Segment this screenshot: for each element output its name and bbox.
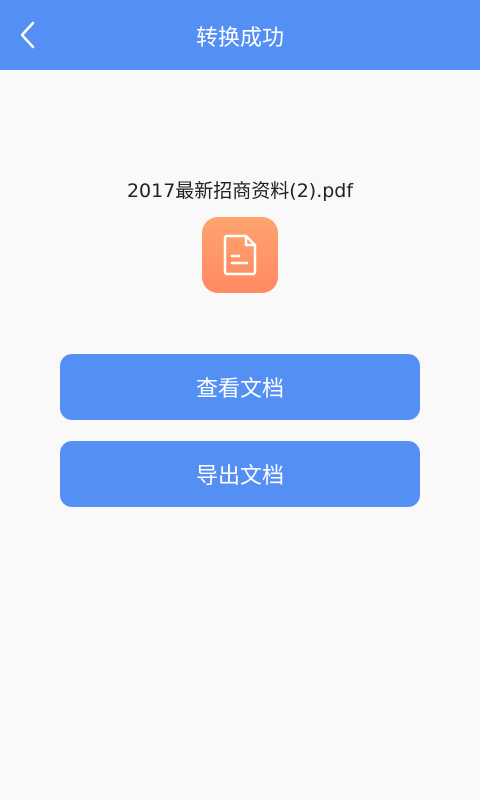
export-document-label: 导出文档 [195,464,284,489]
file-name: 2017最新招商资料(2).pdf [126,180,354,202]
app-bar: 转换成功 [0,0,480,70]
document-icon [223,234,257,276]
chevron-left-icon [20,21,35,49]
page-title: 转换成功 [195,26,284,51]
file-icon [202,217,278,293]
view-document-button[interactable]: 查看文档 [60,354,420,420]
back-button[interactable] [8,15,48,55]
export-document-button[interactable]: 导出文档 [60,441,420,507]
view-document-label: 查看文档 [195,377,284,402]
